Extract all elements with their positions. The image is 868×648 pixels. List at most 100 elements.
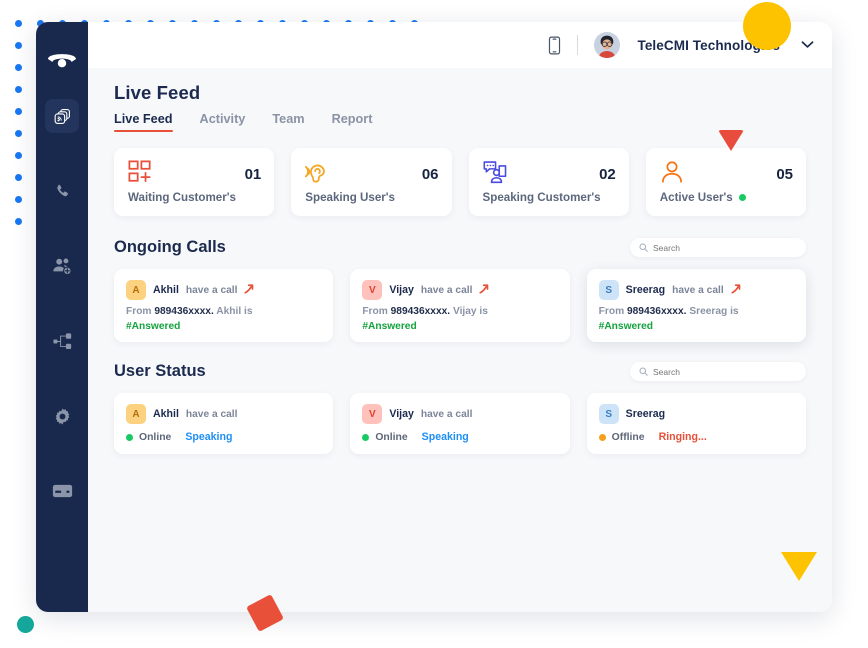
stat-label: Active User's [659, 191, 733, 204]
screenshot-stage: TeleCMI Technologies Live Feed Live Feed… [0, 0, 868, 648]
chevron-down-icon[interactable] [801, 36, 814, 54]
sidebar-item-billing[interactable] [45, 474, 79, 508]
user-action-text: have a call [420, 408, 473, 420]
decorative-dot [15, 218, 22, 225]
decorative-dot [15, 64, 22, 71]
sidebar-item-users[interactable] [45, 249, 79, 283]
decorative-teal-circle [17, 616, 34, 633]
waiting-grid-plus-icon [128, 160, 152, 189]
decorative-dot [15, 196, 22, 203]
stat-card-active-user-s[interactable]: 05 Active User's [645, 148, 806, 216]
speaking-customer-icon [483, 160, 507, 189]
decorative-dot [15, 108, 22, 115]
call-origin-line: From 989436xxxx. Vijay is [362, 306, 557, 317]
user-activity-label: Speaking [421, 431, 469, 443]
ongoing-call-card[interactable]: V Vijay have a call From 989436xxxx. Vijay … [350, 269, 570, 342]
sidebar-item-live-feed[interactable] [45, 99, 79, 133]
caller-name: Akhil [153, 284, 179, 296]
user-name: Sreerag [625, 408, 666, 420]
decorative-yellow-circle [743, 2, 791, 50]
user-state-line: Online Speaking [126, 431, 321, 443]
phone-icon [54, 183, 71, 200]
avatar-initial: S [598, 404, 619, 424]
avatar-initial: S [598, 280, 619, 300]
page-title: Live Feed [114, 82, 201, 103]
divider [577, 35, 579, 55]
decorative-dot [15, 42, 22, 49]
ongoing-calls-title: Ongoing Calls [114, 238, 226, 256]
call-card-header: A Akhil have a call [126, 280, 321, 300]
sidebar-item-flows[interactable] [45, 324, 79, 358]
outgoing-call-arrow-icon [731, 283, 743, 298]
tab-activity[interactable]: Activity [200, 112, 246, 132]
stat-label-wrap: Speaking Customer's [483, 191, 616, 204]
outgoing-call-arrow-icon [244, 283, 256, 298]
user-status-card[interactable]: S Sreerag Offline Ringing... [586, 393, 806, 454]
ongoing-call-card[interactable]: A Akhil have a call From 989436xxxx. Akhil … [114, 269, 334, 342]
user-status-search[interactable] [630, 362, 806, 381]
call-status-tag: #Answered [126, 321, 181, 332]
call-origin-line: From 989436xxxx. Akhil is [126, 306, 321, 317]
stat-card-top: 02 [483, 160, 616, 189]
outgoing-call-arrow-icon [479, 283, 491, 298]
from-label: From [126, 306, 152, 317]
from-label: From [362, 306, 388, 317]
user-card-header: S Sreerag [598, 404, 794, 424]
decorative-dot [15, 20, 22, 27]
active-status-dot [738, 194, 746, 201]
user-state-line: Online Speaking [362, 431, 557, 443]
user-status-title: User Status [114, 362, 206, 380]
user-status-card[interactable]: A Akhil have a call Online Speaking [114, 393, 334, 454]
user-activity-label: Ringing... [658, 431, 707, 443]
user-status-search-input[interactable] [653, 366, 797, 377]
ongoing-calls-search-input[interactable] [653, 242, 797, 253]
call-origin-line: From 989436xxxx. Sreerag is [599, 306, 794, 317]
main-area: TeleCMI Technologies Live Feed Live Feed… [88, 22, 832, 612]
decorative-dot [15, 130, 22, 137]
user-card-header: A Akhil have a call [126, 404, 321, 424]
ongoing-call-card[interactable]: S Sreerag have a call From 989436xxxx. Sree… [586, 269, 806, 342]
stat-label: Speaking User's [305, 191, 395, 204]
stat-card-speaking-user-s[interactable]: 06 Speaking User's [291, 148, 452, 216]
user-action-text: have a call [185, 408, 238, 420]
top-bar: TeleCMI Technologies [88, 22, 832, 68]
telecmi-phone-logo[interactable] [47, 50, 77, 73]
tab-live-feed[interactable]: Live Feed [114, 112, 173, 132]
stat-card-waiting-customer-s[interactable]: 01 Waiting Customer's [114, 148, 275, 216]
users-add-icon [52, 257, 73, 276]
sidebar-item-settings[interactable] [45, 399, 79, 433]
decorative-dot [15, 86, 22, 93]
ongoing-calls-row: A Akhil have a call From 989436xxxx. Akhil … [114, 269, 806, 342]
user-status-card[interactable]: V Vijay have a call Online Speaking [350, 393, 570, 454]
stat-label: Waiting Customer's [128, 191, 236, 204]
call-origin-suffix: Akhil is [216, 306, 253, 317]
avatar[interactable] [594, 32, 621, 58]
avatar-initial: A [126, 280, 146, 300]
sidebar-item-calls[interactable] [45, 174, 79, 208]
user-state-label: Online [375, 431, 408, 443]
ongoing-calls-search[interactable] [630, 238, 806, 257]
stat-card-top: 05 [660, 160, 793, 189]
user-state-label: Online [139, 431, 172, 443]
tab-team[interactable]: Team [272, 112, 304, 132]
call-action-text: have a call [420, 284, 473, 296]
tab-report[interactable]: Report [332, 112, 373, 132]
stat-value: 06 [421, 166, 439, 183]
user-state-label: Offline [611, 431, 645, 443]
user-status-header: User Status [114, 362, 806, 381]
ear-listening-icon [305, 160, 329, 189]
credit-card-icon [52, 483, 73, 499]
stat-value: 05 [776, 166, 793, 183]
avatar-initial: A [126, 404, 146, 424]
call-status-tag: #Answered [598, 321, 654, 332]
mobile-device-icon[interactable] [548, 36, 561, 55]
user-name: Vijay [389, 408, 414, 420]
gear-icon [53, 407, 72, 426]
decorative-yellow-triangle [781, 552, 817, 581]
call-card-header: V Vijay have a call [362, 280, 557, 300]
caller-name: Sreerag [625, 284, 666, 296]
user-status-row: A Akhil have a call Online Speaking V Vijay hav… [114, 393, 806, 454]
call-origin-suffix: Vijay is [452, 306, 488, 317]
stat-label-wrap: Waiting Customer's [128, 191, 261, 204]
stat-card-speaking-customer-s[interactable]: 02 Speaking Customer's [468, 148, 629, 216]
